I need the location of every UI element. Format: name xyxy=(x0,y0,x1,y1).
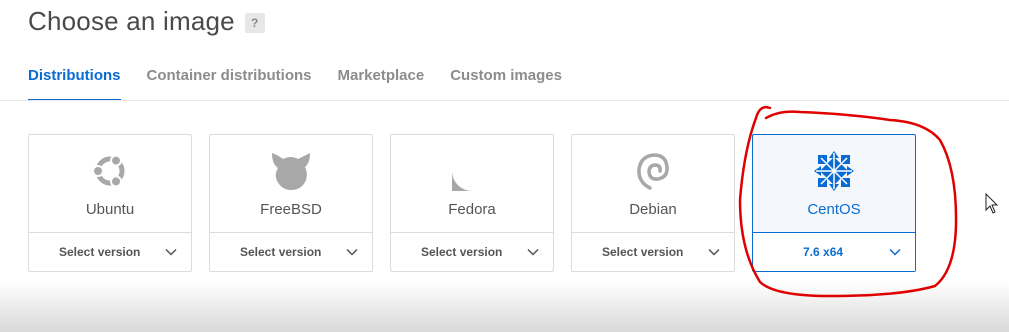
tab-container-distributions[interactable]: Container distributions xyxy=(147,64,312,98)
image-card-header[interactable]: CentOS xyxy=(753,135,915,233)
distribution-cards: Ubuntu Select version FreeBSD Select ver… xyxy=(28,134,916,272)
image-card-ubuntu[interactable]: Ubuntu Select version xyxy=(28,134,192,272)
ubuntu-logo-icon xyxy=(88,149,132,193)
chevron-down-icon xyxy=(889,248,901,256)
tab-marketplace[interactable]: Marketplace xyxy=(338,64,425,98)
version-select[interactable]: Select version xyxy=(29,233,191,271)
mouse-cursor-icon xyxy=(985,193,999,214)
version-label: Select version xyxy=(59,245,141,259)
image-card-header[interactable]: Ubuntu xyxy=(29,135,191,233)
image-name: FreeBSD xyxy=(260,201,322,218)
tab-custom-images[interactable]: Custom images xyxy=(450,64,562,98)
tabs-divider xyxy=(0,100,1009,101)
chevron-down-icon xyxy=(346,248,358,256)
page-title-text: Choose an image xyxy=(28,6,235,36)
version-select[interactable]: Select version xyxy=(572,233,734,271)
image-name: Ubuntu xyxy=(85,201,135,218)
freebsd-logo-icon xyxy=(269,149,313,193)
bottom-fade xyxy=(0,282,1009,332)
version-select[interactable]: Select version xyxy=(210,233,372,271)
centos-logo-icon xyxy=(812,149,856,193)
version-label: Select version xyxy=(421,245,503,259)
fedora-logo-icon xyxy=(450,149,494,193)
version-label: Select version xyxy=(602,245,684,259)
image-name: Fedora xyxy=(448,201,496,218)
image-card-header[interactable]: Debian xyxy=(572,135,734,233)
image-card-debian[interactable]: Debian Select version xyxy=(571,134,735,272)
image-name: CentOS xyxy=(807,201,861,218)
version-select[interactable]: Select version xyxy=(391,233,553,271)
version-label: Select version xyxy=(240,245,322,259)
chevron-down-icon xyxy=(165,248,177,256)
image-card-fedora[interactable]: Fedora Select version xyxy=(390,134,554,272)
page-title: Choose an image ? xyxy=(28,6,265,37)
chevron-down-icon xyxy=(708,248,720,256)
image-card-freebsd[interactable]: FreeBSD Select version xyxy=(209,134,373,272)
help-icon[interactable]: ? xyxy=(244,13,265,33)
image-tabs: Distributions Container distributions Ma… xyxy=(28,64,1009,101)
version-select[interactable]: 7.6 x64 xyxy=(753,233,915,271)
image-name: Debian xyxy=(629,201,677,218)
image-card-header[interactable]: Fedora xyxy=(391,135,553,233)
image-card-centos[interactable]: CentOS 7.6 x64 xyxy=(752,134,916,272)
chevron-down-icon xyxy=(527,248,539,256)
version-label: 7.6 x64 xyxy=(803,245,844,259)
image-card-header[interactable]: FreeBSD xyxy=(210,135,372,233)
tab-distributions[interactable]: Distributions xyxy=(28,64,121,101)
debian-logo-icon xyxy=(631,149,675,193)
